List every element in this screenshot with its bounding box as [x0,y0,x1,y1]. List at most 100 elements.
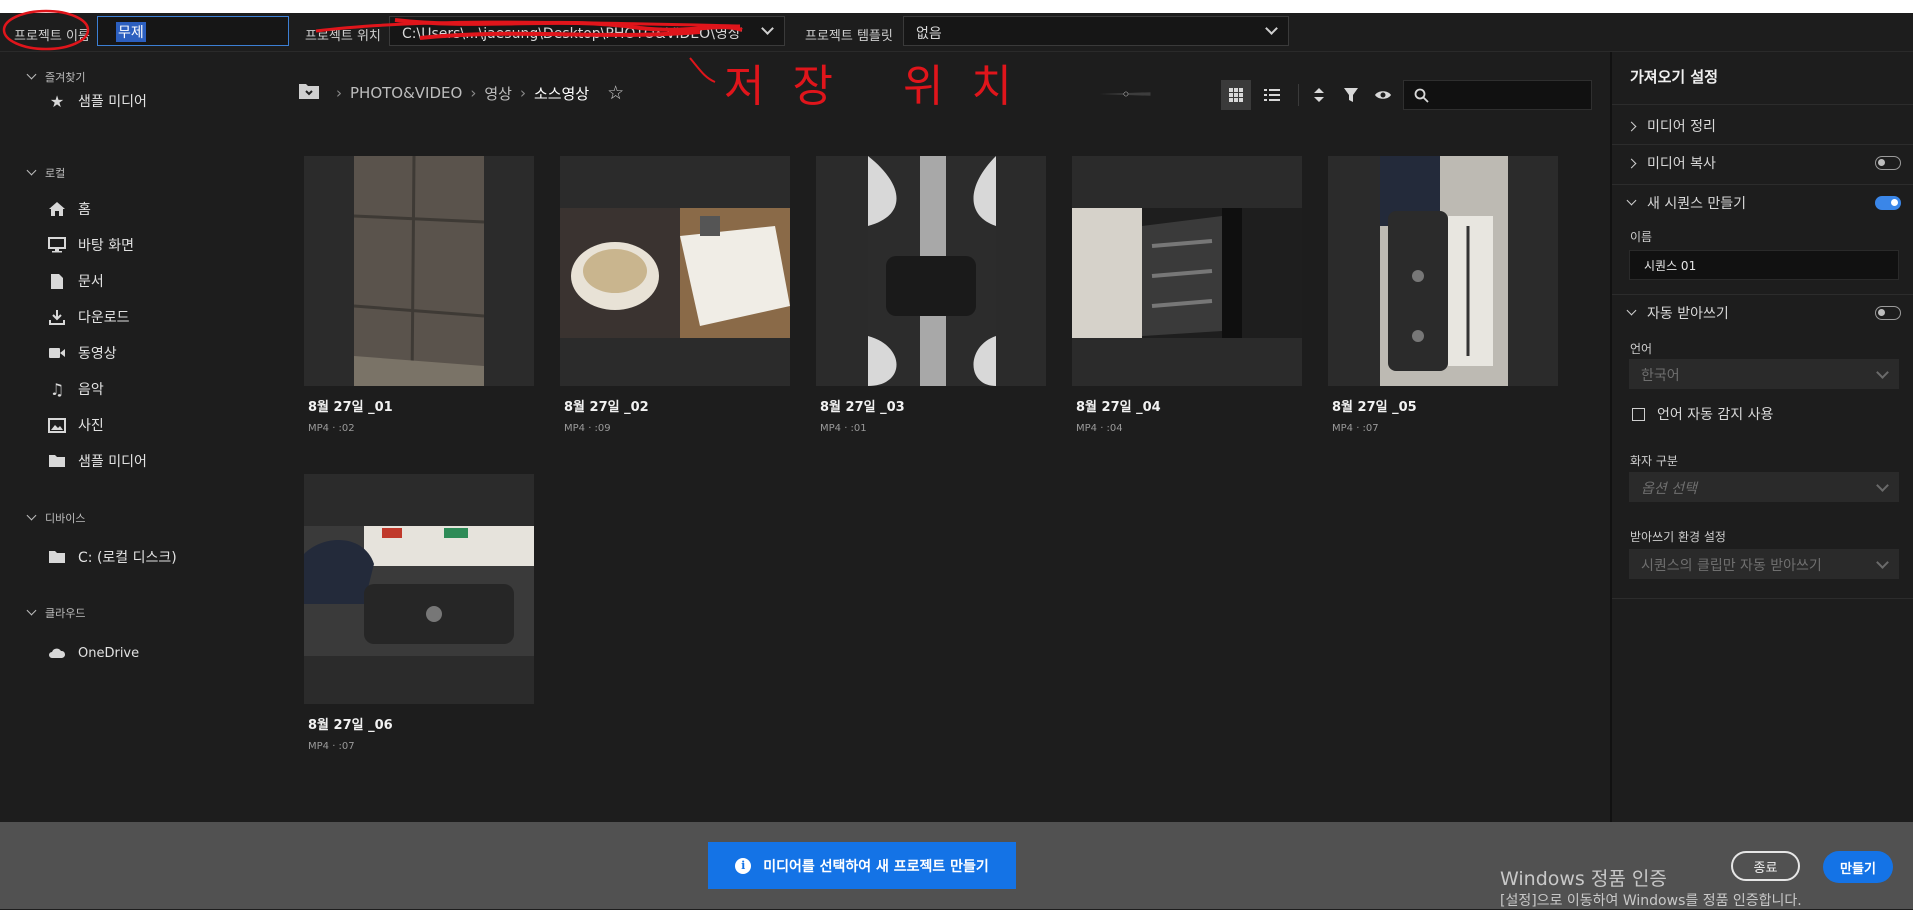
sidebar-item-music[interactable]: ♫ 음악 [46,376,104,402]
auto-detect-label: 언어 자동 감지 사용 [1657,407,1774,423]
eye-icon [1375,91,1391,99]
list-icon [1264,89,1280,101]
sidebar-item-desktop[interactable]: 바탕 화면 [46,232,134,258]
media-card[interactable]: 8월 27일 _06 MP4 · :07 [304,474,534,752]
breadcrumb-item[interactable]: 영상 [484,83,512,104]
auto-transcribe-row[interactable]: 자동 받아쓰기 [1626,303,1729,323]
divider [1612,294,1913,295]
media-organize-row[interactable]: 미디어 정리 [1626,116,1716,136]
create-button[interactable]: 만들기 [1823,851,1893,883]
media-copy-row[interactable]: 미디어 복사 [1626,153,1716,173]
media-card[interactable]: 8월 27일 _05 MP4 · :07 [1328,156,1558,434]
sidebar-item-c-drive[interactable]: C: (로컬 디스크) [46,544,177,570]
project-name-input[interactable]: 무제 [97,16,289,46]
media-thumbnail[interactable] [560,156,790,386]
media-meta: MP4 · :04 [1076,423,1123,434]
media-copy-toggle[interactable] [1875,156,1901,170]
select-media-hint-text: 미디어를 선택하여 새 프로젝트 만들기 [763,858,989,875]
monitor-icon [46,234,68,256]
image-icon [46,414,68,436]
sidebar-item-sample-media[interactable]: ★ 샘플 미디어 [46,88,147,114]
sidebar-item-label: 바탕 화면 [78,238,134,254]
media-thumbnail[interactable] [1072,156,1302,386]
sidebar-item-label: OneDrive [78,645,140,661]
sort-button[interactable] [1304,80,1334,110]
panel-title: 가져오기 설정 [1630,68,1719,86]
section-favorites[interactable]: 즐겨찾기 [26,69,85,85]
chevron-down-icon [1876,479,1889,492]
chevron-right-icon [1626,158,1637,168]
section-local[interactable]: 로컬 [26,165,65,181]
filter-button[interactable] [1336,80,1366,110]
project-template-select[interactable]: 없음 [903,16,1289,46]
music-icon: ♫ [49,379,65,399]
project-template-label: 프로젝트 템플릿 [805,29,893,44]
media-card[interactable]: 8월 27일 _02 MP4 · :09 [560,156,790,434]
media-card[interactable]: 8월 27일 _03 MP4 · :01 [816,156,1046,434]
chevron-down-icon [1876,556,1889,569]
sidebar-item-videos[interactable]: 동영상 [46,340,117,366]
sidebar-item-downloads[interactable]: 다운로드 [46,304,130,330]
media-card[interactable]: 8월 27일 _04 MP4 · :04 [1072,156,1302,434]
chevron-down-icon [1265,22,1278,35]
language-value: 한국어 [1641,368,1680,384]
media-thumbnail[interactable] [304,156,534,386]
search-input[interactable] [1403,80,1592,110]
transcribe-pref-select[interactable]: 시퀀스의 클립만 자동 받아쓰기 [1629,549,1899,579]
chevron-down-icon [26,165,37,176]
toggle-knob [1878,159,1885,166]
breadcrumb-current[interactable]: 소스영상 [534,83,589,104]
sidebar-item-label: 동영상 [78,346,117,362]
sidebar-item-sample-media-local[interactable]: 샘플 미디어 [46,448,147,474]
list-view-button[interactable] [1257,80,1287,110]
windows-activation-subtitle: [설정]으로 이동하여 Windows를 정품 인증합니다. [1500,893,1802,909]
preview-button[interactable] [1368,80,1398,110]
star-outline-icon[interactable]: ☆ [607,82,624,104]
sort-icon [1314,88,1324,102]
sidebar-item-documents[interactable]: 문서 [46,268,104,294]
language-select[interactable]: 한국어 [1629,359,1899,389]
media-meta: MP4 · :02 [308,423,355,434]
breadcrumb: › PHOTO&VIDEO › 영상 › 소스영상 ☆ [298,80,624,106]
section-cloud[interactable]: 클라우드 [26,605,85,621]
media-thumbnail[interactable] [1328,156,1558,386]
sidebar-item-pictures[interactable]: 사진 [46,412,104,438]
annotation-text: 저장 위치 [724,61,1040,112]
project-location-select[interactable]: C:\Users\...\jaesung\Desktop\PHOTO&VIDEO… [389,16,785,46]
grid-view-button[interactable] [1221,80,1251,110]
project-template-value: 없음 [916,26,942,42]
media-thumbnail[interactable] [816,156,1046,386]
media-title: 8월 27일 _03 [820,400,905,415]
thumbnail-size-slider[interactable] [1040,91,1210,97]
media-copy-label: 미디어 복사 [1647,156,1716,172]
chevron-down-icon [761,22,774,35]
annotation-arrow [689,57,716,83]
sidebar-item-home[interactable]: 홈 [46,196,91,222]
project-location-value: C:\Users\...\jaesung\Desktop\PHOTO&VIDEO… [402,26,742,42]
document-icon [46,270,68,292]
sequence-name-input[interactable]: 시퀀스 01 [1629,250,1899,280]
section-devices[interactable]: 디바이스 [26,510,85,526]
download-icon [46,306,68,328]
auto-detect-checkbox[interactable]: 언어 자동 감지 사용 [1632,404,1773,424]
divider [1612,184,1913,185]
media-title: 8월 27일 _06 [308,718,393,733]
media-thumbnail[interactable] [304,474,534,704]
breadcrumb-item[interactable]: PHOTO&VIDEO [350,84,462,102]
speaker-label: 화자 구분 [1630,454,1678,468]
sidebar-item-label: 음악 [78,382,104,398]
chevron-down-icon [1626,195,1637,205]
info-icon: i [735,857,752,874]
cancel-button[interactable]: 종료 [1731,851,1800,881]
auto-transcribe-toggle[interactable] [1875,306,1901,320]
new-sequence-row[interactable]: 새 시퀀스 만들기 [1626,193,1746,213]
speaker-select[interactable]: 옵션 선택 [1629,472,1899,502]
new-sequence-toggle[interactable] [1875,196,1901,210]
sidebar-item-onedrive[interactable]: OneDrive [46,640,139,666]
media-organize-label: 미디어 정리 [1647,119,1716,135]
transcribe-pref-label: 받아쓰기 환경 설정 [1630,530,1726,544]
checkbox-box[interactable] [1632,407,1645,421]
video-icon [46,342,68,364]
media-card[interactable]: 8월 27일 _01 MP4 · :02 [304,156,534,434]
folder-icon[interactable] [298,82,320,104]
